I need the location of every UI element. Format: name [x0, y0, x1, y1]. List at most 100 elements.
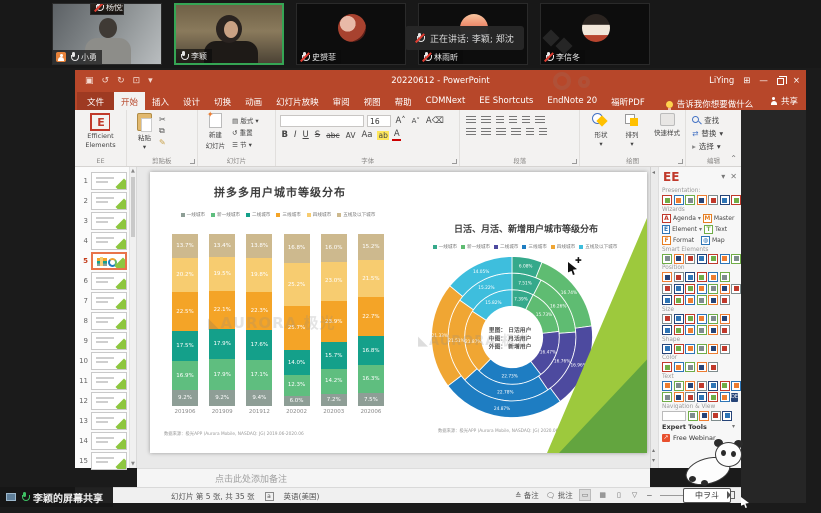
font-effect-av[interactable]: AV: [344, 131, 357, 140]
text-direction-icon[interactable]: [535, 116, 545, 125]
slide-thumb-row[interactable]: 10: [75, 351, 127, 371]
language-indicator[interactable]: 英语(美国): [284, 491, 320, 502]
efficient-elements-button[interactable]: E Efficient Elements: [75, 113, 126, 149]
paragraph-dialog-launcher[interactable]: [572, 159, 577, 164]
ee-tool-icon[interactable]: [697, 272, 707, 282]
tab-审阅[interactable]: 审阅: [326, 92, 357, 110]
tab-EndNote 20[interactable]: EndNote 20: [540, 92, 604, 110]
ee-tool-icon[interactable]: [720, 325, 730, 335]
slide-thumb-row[interactable]: 1: [75, 171, 127, 191]
ee-tool-icon[interactable]: [688, 411, 698, 421]
ee-tool-icon[interactable]: [662, 254, 672, 264]
font-effect-i[interactable]: I: [293, 130, 299, 140]
font-effect-ab[interactable]: ab: [377, 131, 389, 140]
slide-thumbnail-2[interactable]: [91, 192, 127, 210]
ee-tool-icon[interactable]: [685, 362, 695, 372]
ee-tool-icon[interactable]: [731, 195, 741, 205]
ee-tool-icon[interactable]: [662, 284, 672, 294]
ee-tool-icon[interactable]: [697, 295, 707, 305]
ee-tool-icon[interactable]: [697, 344, 707, 354]
font-effect-a[interactable]: A: [392, 129, 401, 141]
stacked-bar-chart[interactable]: 9.2%16.9%17.5%22.5%20.2%13.7%9.2%17.9%17…: [172, 234, 384, 406]
ee-tool-icon[interactable]: [708, 295, 718, 305]
participant-tile[interactable]: 史赟菲: [296, 3, 406, 65]
copy-icon[interactable]: ⧉: [159, 126, 166, 136]
slide-thumb-row[interactable]: 4: [75, 231, 127, 251]
close-button[interactable]: ×: [793, 76, 800, 86]
collapse-ribbon-icon[interactable]: ⌃: [730, 154, 737, 163]
replace-dropdown-arrow[interactable]: ▾: [719, 129, 723, 138]
slide-thumbnail-3[interactable]: [91, 212, 127, 230]
tab-设计[interactable]: 设计: [176, 92, 207, 110]
ee-tool-icon[interactable]: [662, 344, 672, 354]
wizard-text[interactable]: TText: [704, 225, 738, 234]
ee-tool-icon[interactable]: [674, 362, 684, 372]
ee-tool-icon[interactable]: [699, 411, 709, 421]
slide-thumb-row[interactable]: 15: [75, 451, 127, 471]
ee-tool-icon[interactable]: [708, 314, 718, 324]
bullets-icon[interactable]: [466, 116, 476, 125]
ee-tool-icon[interactable]: [685, 254, 695, 264]
account-name[interactable]: LiYing: [709, 76, 734, 86]
panel-scrollbar[interactable]: ▲ ▼: [129, 167, 136, 468]
shrink-font-icon[interactable]: A˅: [410, 117, 421, 125]
slideshow-view-button[interactable]: ▽: [630, 490, 639, 500]
numbering-icon[interactable]: [481, 116, 491, 125]
notes-toggle[interactable]: ≙ 备注: [515, 490, 539, 501]
expert-tools-dropdown-icon[interactable]: ▾: [732, 423, 735, 430]
ee-tool-icon[interactable]: [720, 254, 730, 264]
tab-EE Shortcuts[interactable]: EE Shortcuts: [472, 92, 540, 110]
ee-tool-icon[interactable]: [697, 325, 707, 335]
ee-tool-icon[interactable]: [720, 392, 730, 402]
find-button[interactable]: 查找: [692, 115, 735, 126]
slide-thumbnail-5[interactable]: [91, 252, 127, 270]
tell-me-box[interactable]: 告诉我你想要做什么: [666, 98, 754, 110]
ppt-titlebar[interactable]: ▣ ↺ ↻ ⊡ ▾ 20220612 - PowerPoint LiYing ⊞…: [75, 70, 806, 92]
indent-increase-icon[interactable]: [509, 116, 517, 125]
layout-button[interactable]: ▤ 版式 ▾: [232, 115, 259, 125]
normal-view-button[interactable]: ▭: [580, 490, 591, 500]
slide-thumb-row[interactable]: 3: [75, 211, 127, 231]
ee-tool-icon[interactable]: [708, 362, 718, 372]
minimize-button[interactable]: —: [759, 76, 768, 86]
ee-tool-icon[interactable]: [685, 344, 695, 354]
ee-tool-icon[interactable]: [685, 314, 695, 324]
tab-帮助[interactable]: 帮助: [388, 92, 419, 110]
slide-thumb-row[interactable]: 5: [75, 251, 127, 271]
ee-tool-icon[interactable]: [720, 284, 730, 294]
slide-thumbnail-11[interactable]: [91, 372, 127, 390]
indent-decrease-icon[interactable]: [496, 116, 504, 125]
ee-tool-icon[interactable]: [662, 381, 672, 391]
ee-pane-dropdown-icon[interactable]: ▾: [721, 172, 725, 181]
select-button[interactable]: ▸选择 ▾: [692, 141, 735, 152]
slide-thumbnail-12[interactable]: [91, 392, 127, 410]
slide-thumb-row[interactable]: 12: [75, 391, 127, 411]
pane-arrow-icon[interactable]: ▴: [652, 447, 655, 454]
wizard-agenda[interactable]: AAgenda▾: [662, 214, 701, 223]
ee-tool-icon[interactable]: [720, 295, 730, 305]
language-chip-de[interactable]: DE: [731, 393, 738, 402]
ee-tool-icon[interactable]: [697, 284, 707, 294]
ee-tool-icon[interactable]: [697, 195, 707, 205]
reading-view-button[interactable]: ▯: [615, 490, 623, 500]
dropdown-arrow-icon[interactable]: ▾: [699, 226, 702, 233]
wizard-map[interactable]: ◍Map: [701, 236, 738, 245]
ribbon-display-options-icon[interactable]: ⊞: [743, 76, 750, 86]
wizard-element[interactable]: EElement▾: [662, 225, 702, 234]
font-effect-u[interactable]: U: [301, 130, 310, 140]
ee-tool-icon[interactable]: [731, 284, 741, 294]
section-button[interactable]: ☰ 节 ▾: [232, 139, 259, 149]
slide-thumb-row[interactable]: 14: [75, 431, 127, 451]
scroll-down-icon[interactable]: ▼: [131, 461, 135, 467]
ee-tool-icon[interactable]: [708, 381, 718, 391]
ee-tool-icon[interactable]: [662, 392, 672, 402]
ee-tool-icon[interactable]: [674, 381, 684, 391]
participant-tile[interactable]: 李颖: [174, 3, 284, 65]
slide-thumb-row[interactable]: 11: [75, 371, 127, 391]
slide-thumbnail-15[interactable]: [91, 452, 127, 470]
ee-tool-icon[interactable]: [720, 314, 730, 324]
wizard-format[interactable]: FFormat: [662, 236, 699, 245]
ee-tool-icon[interactable]: [697, 254, 707, 264]
align-left-icon[interactable]: [466, 128, 476, 137]
pane-arrow-icon[interactable]: ▾: [652, 457, 655, 464]
